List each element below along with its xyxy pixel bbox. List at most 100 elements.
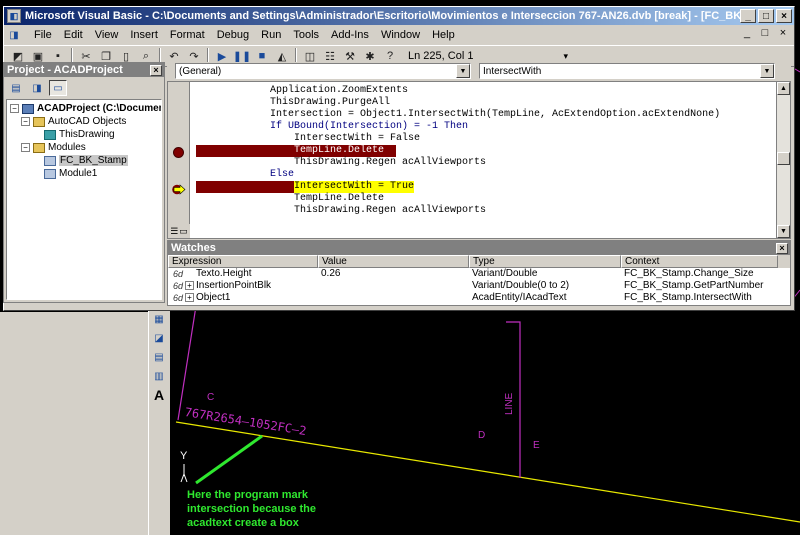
menu-tools[interactable]: Tools (287, 29, 325, 41)
code-editor: ☰ ▭ Application.ZoomExtents ThisDrawing.… (167, 81, 791, 239)
vertical-line-text: LINE (504, 392, 515, 415)
menu-addins[interactable]: Add-Ins (325, 29, 375, 41)
acad-draw-toolbar: ▦ ◪ ▤ ▥ A (148, 308, 170, 535)
watch-context: FC_BK_Stamp.GetPartNumber (624, 280, 764, 291)
menu-view[interactable]: View (89, 29, 125, 41)
child-minimize-button[interactable]: _ (740, 27, 754, 39)
block-icon[interactable]: ▦ (151, 311, 167, 327)
object-combo[interactable]: (General) ▼ (175, 63, 471, 79)
object-combo-value: (General) (179, 65, 222, 77)
tree-label: ThisDrawing (59, 129, 115, 140)
code-scrollbar[interactable]: ▲ ▼ (776, 82, 790, 238)
watch-expression: InsertionPointBlk (196, 280, 272, 291)
menu-help[interactable]: Help (426, 29, 461, 41)
expand-icon[interactable]: + (185, 293, 194, 302)
code-line: If UBound(Intersection) = -1 Then (270, 121, 469, 132)
scroll-thumb[interactable] (777, 152, 790, 165)
watches-list: 6d Texto.Height 0.26 Variant/Double FC_B… (168, 268, 790, 305)
watch-row[interactable]: 6d Texto.Height 0.26 Variant/Double FC_B… (168, 268, 790, 280)
code-line: ThisDrawing.PurgeAll (270, 97, 391, 108)
tree-label: FC_BK_Stamp (59, 155, 128, 166)
folder-icon (33, 142, 45, 153)
scroll-up-icon[interactable]: ▲ (777, 82, 790, 95)
child-close-button[interactable]: × (776, 27, 790, 39)
code-window: (General) ▼ IntersectWith ▼ ☰ ▭ Applicat… (167, 62, 791, 240)
code-window-icon[interactable]: ◨ (6, 28, 22, 42)
menu-debug[interactable]: Debug (211, 29, 255, 41)
watch-value (318, 280, 469, 292)
watch-expression-icon: 6d (173, 269, 184, 279)
folder-icon (33, 116, 45, 127)
table-icon[interactable]: ▥ (151, 368, 167, 384)
tree-node-root[interactable]: − ACADProject (C:\Documents (10, 102, 162, 115)
project-explorer: Project - ACADProject × ▤ ◨ ▭ − ACADProj… (3, 62, 165, 303)
watch-context: FC_BK_Stamp.Change_Size (624, 268, 754, 279)
menu-window[interactable]: Window (375, 29, 426, 41)
watches-header: Expression Value Type Context (168, 255, 790, 268)
tree-node-autocad-objects[interactable]: − AutoCAD Objects (21, 115, 126, 128)
project-tree: − ACADProject (C:\Documents − AutoCAD Ob… (6, 99, 162, 300)
title-bar: ◧ Microsoft Visual Basic - C:\Documents … (4, 7, 794, 25)
collapse-icon[interactable]: − (21, 117, 30, 126)
label-e: E (533, 440, 540, 451)
code-line: TempLine.Delete (294, 193, 385, 204)
view-code-icon[interactable]: ▤ (7, 80, 25, 96)
dropdown-arrow-icon[interactable]: ▼ (760, 64, 774, 78)
menu-edit[interactable]: Edit (58, 29, 89, 41)
breakpoint-icon[interactable] (173, 147, 184, 158)
breakpoint-line-fill (196, 181, 294, 193)
acad-side-panel (0, 312, 148, 535)
close-button[interactable]: × (776, 9, 792, 23)
full-module-view-icon[interactable]: ▭ (179, 226, 188, 237)
menu-insert[interactable]: Insert (124, 29, 164, 41)
note-line: acadtext create a box (187, 517, 299, 529)
watch-expression-icon: 6d (173, 281, 184, 291)
collapse-icon[interactable]: − (10, 104, 19, 113)
tree-node-module1[interactable]: Module1 (44, 167, 97, 180)
dropdown-arrow-icon[interactable]: ▼ (456, 64, 470, 78)
watch-value: 0.26 (321, 268, 341, 279)
breakpoint-margin[interactable]: ☰ ▭ (168, 82, 190, 238)
column-header-type[interactable]: Type (469, 255, 621, 268)
column-header-context[interactable]: Context (621, 255, 778, 268)
project-title: Project - ACADProject (7, 64, 123, 76)
project-close-button[interactable]: × (150, 64, 162, 76)
label-d: D (478, 430, 486, 441)
toggle-folders-icon[interactable]: ▭ (49, 80, 67, 96)
tree-node-fc-bk-stamp[interactable]: FC_BK_Stamp (44, 154, 128, 167)
tree-label: ACADProject (C:\Documents (37, 103, 162, 114)
note-line: intersection because the (187, 503, 316, 515)
tree-node-modules[interactable]: − Modules (21, 141, 86, 154)
module-icon (44, 155, 56, 166)
column-header-value[interactable]: Value (318, 255, 469, 268)
code-line: Intersection = Object1.IntersectWith(Tem… (270, 109, 721, 120)
watch-row[interactable]: 6d + Object1 AcadEntity/IAcadText FC_BK_… (168, 292, 790, 304)
hatch-icon[interactable]: ▤ (151, 349, 167, 365)
menu-format[interactable]: Format (164, 29, 211, 41)
child-restore-button[interactable]: □ (758, 27, 772, 39)
collapse-icon[interactable]: − (21, 143, 30, 152)
procedure-view-icon[interactable]: ☰ (170, 226, 178, 237)
menu-run[interactable]: Run (255, 29, 287, 41)
code-text[interactable]: Application.ZoomExtents ThisDrawing.Purg… (190, 82, 776, 238)
view-object-icon[interactable]: ◨ (28, 80, 46, 96)
menu-file[interactable]: File (28, 29, 58, 41)
toolbar-options-icon[interactable]: ▾ (563, 51, 568, 62)
cursor-position: Ln 225, Col 1 (408, 50, 474, 62)
watches-title-bar: Watches × (168, 241, 790, 255)
vb-app-icon[interactable]: ◧ (7, 9, 21, 23)
minimize-button[interactable]: _ (740, 9, 756, 23)
watch-type: AcadEntity/IAcadText (472, 292, 567, 303)
scroll-down-icon[interactable]: ▼ (777, 225, 790, 238)
window-title: Microsoft Visual Basic - C:\Documents an… (25, 10, 740, 22)
maximize-button[interactable]: □ (758, 9, 774, 23)
tree-node-thisdrawing[interactable]: ThisDrawing (44, 128, 115, 141)
label-c: C (207, 392, 215, 403)
insert-icon[interactable]: ◪ (151, 330, 167, 346)
expand-icon[interactable]: + (185, 281, 194, 290)
column-header-expression[interactable]: Expression (168, 255, 318, 268)
procedure-combo[interactable]: IntersectWith ▼ (479, 63, 775, 79)
watches-close-button[interactable]: × (776, 242, 788, 254)
watch-row[interactable]: 6d + InsertionPointBlk Variant/Double(0 … (168, 280, 790, 292)
text-tool-button[interactable]: A (151, 387, 167, 403)
